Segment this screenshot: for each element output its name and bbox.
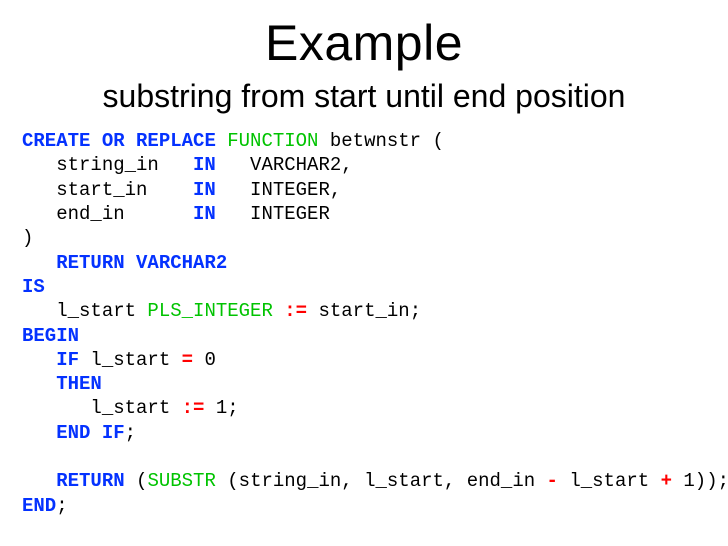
code-token: , [330,179,341,201]
slide-subtitle: substring from start until end position [22,78,706,115]
code-token: IN [193,154,216,176]
code-block: CREATE OR REPLACE FUNCTION betwnstr ( st… [22,129,706,518]
code-token: RETURN [22,470,125,492]
code-token [22,446,33,468]
code-token: IF [90,422,124,444]
code-token: = [182,349,193,371]
code-token: ; [718,470,728,492]
code-token: l_start [353,470,444,492]
code-token: IF [22,349,79,371]
code-token: start_in [22,179,193,201]
code-token: l_start [558,470,661,492]
code-token: string_in [22,154,193,176]
code-token: VARCHAR2 [216,154,341,176]
code-token: 0 [193,349,216,371]
code-token: END [22,495,56,517]
code-token: - [547,470,558,492]
code-token: l_start [22,397,182,419]
code-token: PLS_INTEGER [136,300,284,322]
code-token: IN [193,179,216,201]
code-token: RETURN [22,252,125,274]
code-token: FUNCTION [216,130,319,152]
code-token: IS [22,276,45,298]
code-token: VARCHAR2 [125,252,228,274]
code-token: BEGIN [22,325,79,347]
code-token: := [284,300,307,322]
code-token: INTEGER [216,179,330,201]
code-token: ; [410,300,421,322]
code-token: SUBSTR [147,470,215,492]
code-token: l_start [22,300,136,322]
code-token: CREATE [22,130,90,152]
code-token: end_in [455,470,546,492]
code-token: ( [125,470,148,492]
code-token: start_in [307,300,410,322]
code-token: INTEGER [216,203,330,225]
code-token: , [341,470,352,492]
code-token: ; [227,397,238,419]
code-token: END [22,422,90,444]
code-token: )) [695,470,718,492]
code-token: ) [22,227,33,249]
code-token: , [444,470,455,492]
code-token: end_in [22,203,193,225]
code-token: string_in [239,470,342,492]
code-token: betwnstr [318,130,432,152]
code-token: l_start [79,349,182,371]
code-token: 1 [204,397,227,419]
code-token: + [661,470,672,492]
slide-title: Example [22,14,706,72]
code-token: THEN [22,373,102,395]
code-token: , [341,154,352,176]
code-token: OR REPLACE [90,130,215,152]
code-token: ( [433,130,444,152]
code-token: := [182,397,205,419]
code-token: ; [125,422,136,444]
slide: Example substring from start until end p… [0,0,728,546]
code-token: IN [193,203,216,225]
code-token: ; [56,495,67,517]
code-token: 1 [672,470,695,492]
code-token: ( [216,470,239,492]
